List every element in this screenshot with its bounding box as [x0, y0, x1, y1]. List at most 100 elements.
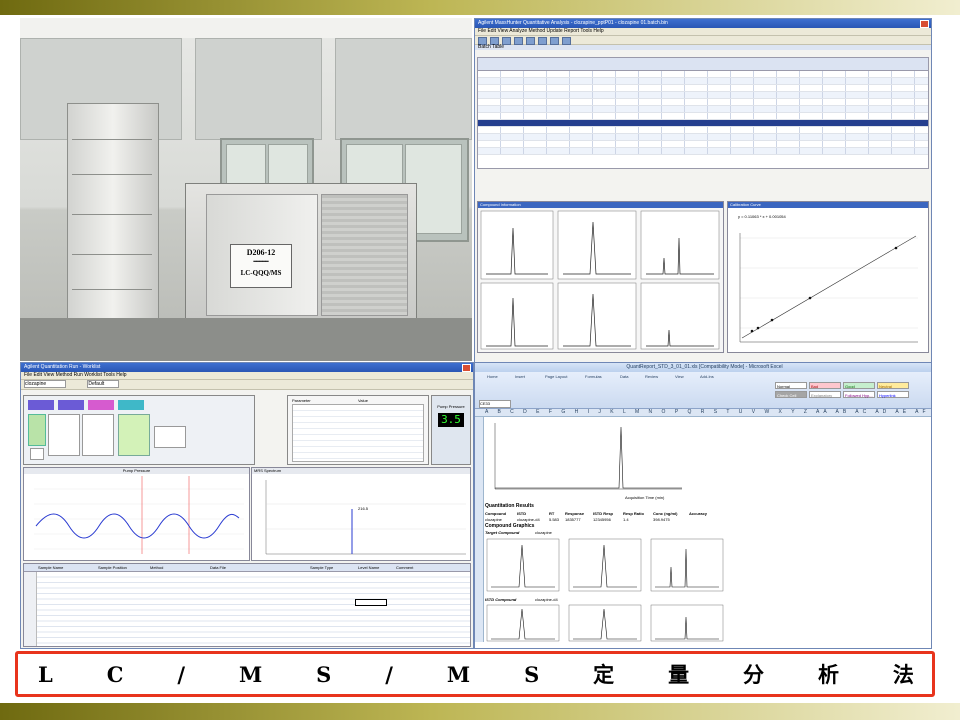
- method-window-title: Agilent Quantitation Run - Worklist: [21, 363, 473, 372]
- title-char: 析: [817, 662, 839, 687]
- tab-view[interactable]: View: [675, 374, 684, 380]
- istd-compound-name: clozapine-d4: [535, 597, 558, 602]
- pressure-label: Pump Pressure: [437, 404, 465, 409]
- batch-table-title: Batch Table: [475, 45, 931, 50]
- compound-graphics-heading: Compound Graphics: [485, 523, 535, 529]
- value-header: Value: [358, 398, 368, 403]
- ms-peak-label: 216.5: [358, 506, 369, 511]
- layout-select[interactable]: Default: [87, 380, 120, 388]
- style-bad[interactable]: Bad: [809, 382, 841, 389]
- title-char: S: [524, 661, 540, 687]
- result-rt: 5.583: [549, 517, 560, 522]
- col-comment: Comment: [396, 565, 414, 570]
- ms-spectrum-panel: MRS Spectrum 216.5: [251, 467, 471, 561]
- tab-add-ins[interactable]: Add-Ins: [700, 374, 714, 380]
- slide-title-banner: L C / M S / M S 定 量 分 析 法: [15, 651, 935, 697]
- tab-page-layout[interactable]: Page Layout: [545, 374, 567, 380]
- col-level-name: Level Name: [358, 565, 380, 570]
- results-col-resp-ratio: Resp Ratio: [623, 511, 644, 516]
- istd-compound-chromatograms: [486, 604, 724, 642]
- instrument-status-panel: [23, 395, 255, 465]
- top-decor-bar: [0, 0, 960, 15]
- style-hyperlink[interactable]: Hyperlink: [877, 391, 909, 398]
- method-name[interactable]: clozapine: [24, 380, 66, 388]
- close-icon[interactable]: [920, 20, 929, 28]
- method-menu-bar[interactable]: File Edit View Method Run Worklist Tools…: [21, 372, 473, 380]
- quant-window-title: Agilent MassHunter Quantitative Analysis…: [475, 19, 931, 28]
- quant-analysis-window: Agilent MassHunter Quantitative Analysis…: [474, 18, 932, 363]
- report-x-axis-label: Acquisition Time (min): [625, 495, 665, 500]
- report-chromatogram: [494, 423, 682, 490]
- title-char: M: [446, 661, 471, 687]
- ms-spectrum-chart: [265, 480, 466, 555]
- pressure-value: 3.5: [438, 413, 464, 427]
- excel-window-title: QuantReport_STD_3_01_01.xls [Compatibili…: [475, 363, 931, 372]
- col-sample-name: Sample Name: [38, 565, 64, 570]
- worklist-cell-edit[interactable]: [355, 599, 387, 606]
- title-char: /: [177, 661, 186, 687]
- instrument-id: D206-12: [246, 248, 276, 257]
- style-followed-hyperlink[interactable]: Followed Hyp...: [843, 391, 875, 398]
- params-header: Parameter: [292, 398, 311, 403]
- results-col-istd-resp: ISTD Resp: [593, 511, 614, 516]
- results-col-istd: ISTD: [517, 511, 527, 516]
- batch-table-header: [478, 58, 928, 71]
- result-response: 1835777: [565, 517, 581, 522]
- title-char: 分: [743, 662, 765, 687]
- title-char: L: [38, 661, 53, 687]
- results-col-conc: Conc (ng/ml): [653, 511, 678, 516]
- title-char: M: [238, 661, 263, 687]
- results-col-response: Response: [565, 511, 585, 516]
- col-data-file: Data File: [210, 565, 227, 570]
- target-compound-chromatograms: [486, 538, 724, 592]
- results-col-compound: Compound: [485, 511, 507, 516]
- style-explanatory[interactable]: Explanatory: [809, 391, 841, 398]
- calibration-curve-panel: Calibration Curve y = 0.11063 * x + 0.00…: [727, 201, 929, 353]
- pump-pressure-panel: Pump Pressure 3.5: [431, 395, 471, 465]
- batch-table[interactable]: [477, 57, 929, 169]
- calibration-chart: [739, 233, 918, 343]
- lab-instrument-photo: D206-12 ━━━━━ LC-QQQ/MS: [20, 18, 472, 361]
- title-char: 法: [892, 662, 914, 687]
- excel-window: QuantReport_STD_3_01_01.xls [Compatibili…: [474, 362, 932, 649]
- chromatogram-grid: [480, 210, 720, 350]
- tab-formulas[interactable]: Formulas: [585, 374, 602, 380]
- target-compound-name: clozapine: [535, 530, 552, 535]
- name-box[interactable]: CE33: [479, 400, 511, 408]
- col-sample-type: Sample Type: [310, 565, 334, 570]
- tab-insert[interactable]: Insert: [515, 374, 525, 380]
- title-char: S: [316, 661, 332, 687]
- pressure-trace-chart: [34, 476, 244, 554]
- result-resp-ratio: 1.4: [623, 517, 629, 522]
- selected-row[interactable]: [478, 120, 928, 127]
- col-method: Method: [150, 565, 164, 570]
- style-normal[interactable]: Normal: [775, 382, 807, 389]
- spreadsheet-body[interactable]: Acquisition Time (min) Quantitation Resu…: [475, 417, 931, 642]
- excel-ribbon: Home Insert Page Layout Formulas Data Re…: [475, 372, 931, 409]
- result-istd: clozapine-d4: [517, 517, 540, 522]
- col-sample-position: Sample Position: [98, 565, 127, 570]
- instrument-model: LC-QQQ/MS: [240, 269, 282, 277]
- title-char: C: [106, 661, 124, 687]
- istd-compound-heading: ISTD Compound: [485, 597, 517, 602]
- ms-params-panel: Parameter Value: [287, 395, 429, 465]
- results-col-rt: RT: [549, 511, 555, 516]
- style-check-cell[interactable]: Check Cell: [775, 391, 807, 398]
- instrument-label: D206-12 ━━━━━ LC-QQQ/MS: [230, 244, 292, 288]
- pressure-trace-panel: Pump Pressure: [23, 467, 250, 561]
- title-char: /: [385, 661, 393, 687]
- title-char: 量: [668, 662, 690, 687]
- style-good[interactable]: Good: [843, 382, 875, 389]
- worklist-table[interactable]: Sample Name Sample Position Method Data …: [23, 563, 471, 647]
- tab-home[interactable]: Home: [487, 374, 498, 380]
- result-conc: 398.9475: [653, 517, 670, 522]
- target-compound-heading: Target Compound: [485, 530, 520, 535]
- method-run-window: Agilent Quantitation Run - Worklist File…: [20, 362, 474, 649]
- style-neutral[interactable]: Neutral: [877, 382, 909, 389]
- tab-review[interactable]: Review: [645, 374, 658, 380]
- tab-data[interactable]: Data: [620, 374, 628, 380]
- quant-results-heading: Quantitation Results: [485, 503, 534, 509]
- result-compound: clozapine: [485, 517, 502, 522]
- close-icon[interactable]: [462, 364, 471, 372]
- quant-menu-bar[interactable]: File Edit View Analyze Method Update Rep…: [475, 28, 931, 36]
